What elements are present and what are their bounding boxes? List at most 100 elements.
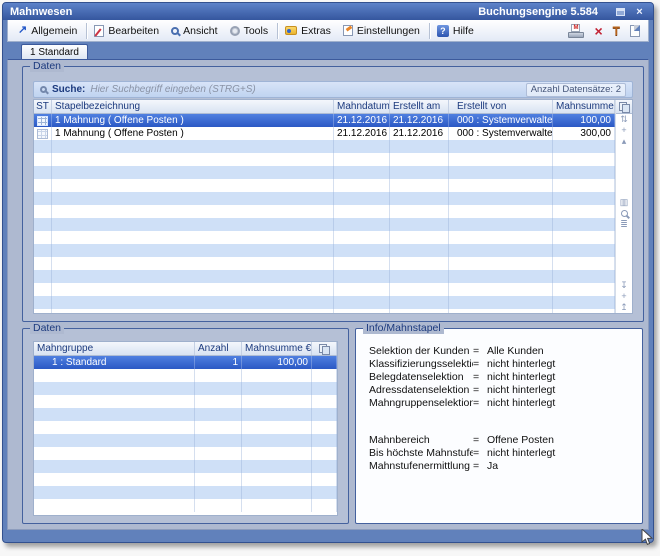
copy-grid-button[interactable] [616, 100, 632, 114]
tab-standard[interactable]: 1 Standard [21, 44, 88, 59]
grid-header: Mahngruppe Anzahl Mahnsumme € [34, 342, 337, 356]
cell-mahndatum: 21.12.2016 [334, 127, 390, 140]
table-row-empty [34, 473, 337, 486]
columns-icon[interactable]: ▥ [620, 197, 629, 208]
jump-start-icon[interactable]: ↥ [620, 302, 628, 313]
print-dunning-button[interactable]: M [568, 24, 584, 38]
cell-empty [34, 309, 52, 313]
table-row-empty [34, 192, 615, 205]
cell-empty [449, 205, 553, 218]
batch-grid-icon [37, 116, 48, 126]
menu-item-bearbeiten[interactable]: Bearbeiten [89, 23, 166, 39]
window-close-button[interactable]: × [633, 6, 646, 18]
cell-empty [553, 166, 615, 179]
print-paper-icon: M [571, 24, 580, 32]
grid-header: ST Stapelbezeichnung Mahndatum Erstellt … [34, 100, 615, 114]
cell-empty [449, 283, 553, 296]
list-icon[interactable]: ≣ [620, 219, 628, 230]
cell-empty [34, 486, 195, 499]
copy-grid-button[interactable] [312, 342, 337, 355]
cell-empty [449, 309, 553, 313]
menu-item-ansicht[interactable]: Ansicht [166, 23, 224, 39]
menu-item-hilfe[interactable]: ? Hilfe [432, 23, 481, 39]
menu-item-einstellungen[interactable]: Einstellungen [338, 23, 427, 39]
cell-empty [390, 153, 449, 166]
insert-icon[interactable]: + [621, 291, 626, 302]
cell-anzahl: 1 [195, 356, 242, 369]
info-value: nicht hinterlegt [487, 371, 634, 384]
cell-empty [312, 421, 337, 434]
menu-item-tools[interactable]: Tools [225, 23, 276, 39]
new-document-button[interactable] [630, 25, 640, 37]
cell-empty [449, 179, 553, 192]
info-label: Adressdatenselektion [369, 384, 473, 397]
column-header-erstellt-von[interactable]: Erstellt von [449, 100, 553, 113]
column-header-mahngruppe[interactable]: Mahngruppe [34, 342, 195, 355]
table-row-selected[interactable]: 1 Mahnung ( Offene Posten ) 21.12.2016 2… [34, 114, 615, 127]
cell-empty [334, 270, 390, 283]
column-header-mahnsumme[interactable]: Mahnsumme € [553, 100, 615, 113]
cell-empty [195, 447, 242, 460]
cell-empty [34, 257, 52, 270]
table-row-empty [34, 257, 615, 270]
table-row-selected[interactable]: 1 : Standard 1 100,00 [34, 356, 337, 369]
menu-item-extras[interactable]: Extras [280, 23, 338, 39]
cell-empty [390, 283, 449, 296]
cell-empty [34, 408, 195, 421]
menu-label: Allgemein [31, 25, 77, 37]
zoom-icon[interactable] [621, 210, 628, 217]
cell-empty [52, 270, 334, 283]
grid-side-toolbar: ⇅ + ▴ ▥ ≣ ↧ + ↥ [615, 100, 632, 313]
cell-empty [390, 192, 449, 205]
table-row-empty [34, 369, 337, 382]
tab-bar: 1 Standard [7, 42, 649, 59]
menu-label: Ansicht [183, 25, 217, 37]
gear-icon [230, 26, 240, 36]
window-pin-button[interactable] [614, 6, 627, 18]
jump-end-icon[interactable]: ↧ [620, 280, 628, 291]
equals-sign: = [473, 434, 487, 447]
hammer-button[interactable]: T [613, 25, 620, 37]
cell-empty [449, 153, 553, 166]
cell-empty [334, 231, 390, 244]
menu-item-allgemein[interactable]: ↗ Allgemein [13, 23, 84, 39]
info-content: Selektion der Kunden = Alle Kunden Klass… [369, 345, 634, 473]
add-icon[interactable]: + [621, 125, 626, 136]
cell-stapelbezeichnung: 1 Mahnung ( Offene Posten ) [52, 127, 334, 140]
column-header-stapelbezeichnung[interactable]: Stapelbezeichnung [52, 100, 334, 113]
cell-empty [34, 369, 195, 382]
table-row-empty [34, 486, 337, 499]
search-label: Suche: [52, 84, 85, 95]
column-header-mahnsumme[interactable]: Mahnsumme € [242, 342, 312, 355]
column-header-mahndatum[interactable]: Mahndatum [334, 100, 390, 113]
cell-empty [553, 270, 615, 283]
info-value: nicht hinterlegt [487, 384, 634, 397]
info-value: Offene Posten [487, 434, 634, 447]
group-daten-top: Daten Suche: Hier Suchbegriff eingeben (… [22, 66, 644, 322]
help-icon: ? [437, 25, 449, 37]
cell-empty [334, 205, 390, 218]
scroll-up-icon[interactable]: ▴ [622, 136, 627, 147]
edit-icon [94, 25, 104, 37]
app-version: Buchungsengine 5.584 [478, 6, 598, 18]
search-input[interactable]: Suche: Hier Suchbegriff eingeben (STRG+S… [33, 81, 633, 98]
cell-empty [52, 231, 334, 244]
cell-empty [195, 408, 242, 421]
column-header-anzahl[interactable]: Anzahl [195, 342, 242, 355]
cell-empty [334, 283, 390, 296]
column-header-st[interactable]: ST [34, 100, 52, 113]
cell-empty [34, 218, 52, 231]
table-row[interactable]: 1 Mahnung ( Offene Posten ) 21.12.2016 2… [34, 127, 615, 140]
delete-button[interactable]: × [594, 24, 602, 38]
table-row-empty [34, 309, 615, 313]
sort-icon[interactable]: ⇅ [620, 114, 628, 125]
cell-empty [34, 382, 195, 395]
column-header-erstellt-am[interactable]: Erstellt am [390, 100, 449, 113]
cell-empty [242, 421, 312, 434]
cell-empty [449, 166, 553, 179]
grid-table: Mahngruppe Anzahl Mahnsumme € 1 : Standa… [34, 342, 337, 515]
extras-box-icon [285, 26, 297, 35]
mouse-cursor [641, 529, 653, 547]
menu-label: Bearbeiten [108, 25, 159, 37]
search-placeholder: Hier Suchbegriff eingeben (STRG+S) [90, 84, 520, 95]
